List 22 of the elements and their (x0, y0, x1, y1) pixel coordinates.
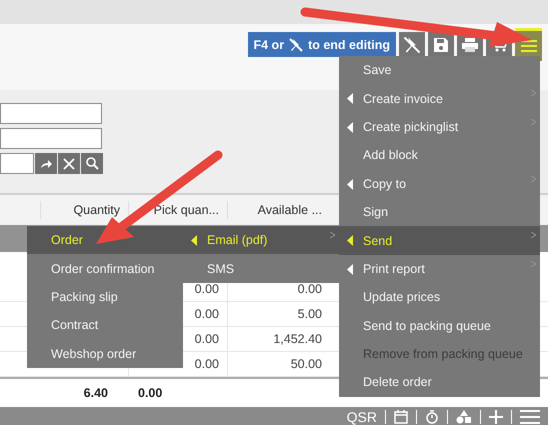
menu-item[interactable]: Send to packing queue (339, 312, 540, 340)
column-header[interactable]: Pick quan... (128, 201, 227, 219)
menu-item[interactable]: Create invoice (339, 84, 540, 113)
total-cell-text: 0.00 (137, 386, 164, 400)
editing-banner: F4 or to end editing (248, 32, 396, 57)
qsr-button[interactable]: QSR (346, 409, 377, 425)
menu-item[interactable]: Print report (339, 254, 540, 284)
menu-item[interactable]: Email (pdf) (183, 226, 339, 254)
menu-item[interactable]: Copy to (339, 170, 540, 198)
table-cell: 50.00 (227, 352, 330, 376)
menu-item[interactable]: Create pickinglist (339, 112, 540, 142)
table-cell: 1,452.40 (227, 327, 330, 351)
menu-item[interactable]: Sign (339, 198, 540, 226)
menu-item[interactable]: Update prices (339, 283, 540, 312)
menu-item[interactable]: Add block (339, 141, 540, 170)
menu-item[interactable]: Order (27, 226, 183, 254)
table-cell: 5.00 (227, 302, 330, 326)
menu-item[interactable]: Send (339, 226, 540, 255)
menu-item[interactable]: Save (339, 56, 540, 84)
column-header[interactable]: Available ... (227, 201, 330, 219)
menu-item[interactable]: Delete order (339, 368, 540, 397)
total-cell-text: 6.40 (82, 386, 109, 400)
